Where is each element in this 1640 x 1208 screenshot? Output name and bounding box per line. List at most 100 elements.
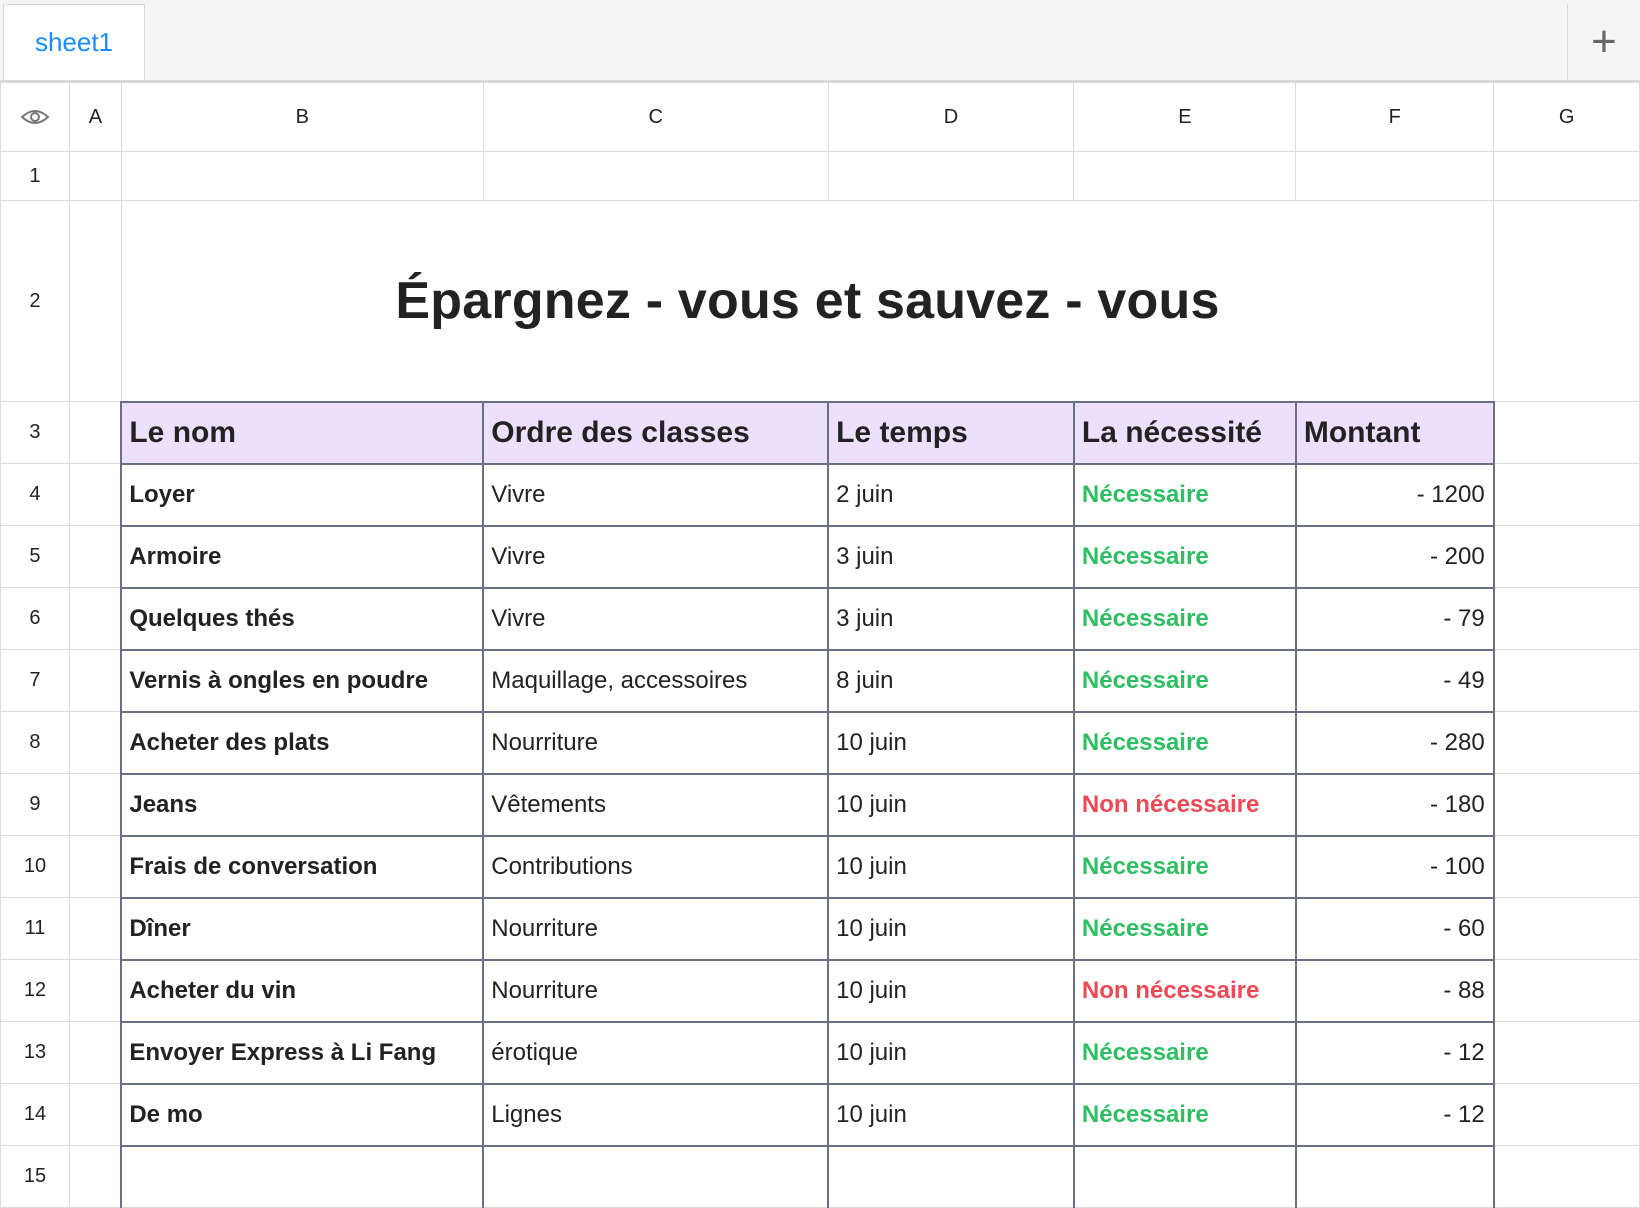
cell[interactable] [1493,1083,1640,1146]
add-sheet-button[interactable]: + [1567,4,1640,80]
row-header-3[interactable]: 3 [0,401,70,464]
cell-temps[interactable]: 10 juin [827,772,1075,837]
cell[interactable] [1493,151,1640,201]
cell-necessite[interactable]: Nécessaire [1072,586,1297,651]
cell-classe[interactable]: Nourriture [482,896,830,961]
header-cell-necessite[interactable]: La nécessité [1072,400,1297,465]
header-cell-nom[interactable]: Le nom [120,400,485,465]
cell[interactable] [1493,649,1640,712]
header-cell-temps[interactable]: Le temps [827,400,1075,465]
cell[interactable] [68,649,122,712]
toggle-visibility-button[interactable] [0,82,70,152]
row-header[interactable]: 6 [0,587,70,650]
cell[interactable] [1493,525,1640,588]
cell[interactable] [68,401,122,464]
cell-nom[interactable]: Jeans [120,772,485,837]
cell-montant[interactable]: - 12 [1294,1082,1495,1147]
cell[interactable] [1493,835,1640,898]
cell-classe[interactable]: Maquillage, accessoires [482,648,830,713]
row-header[interactable]: 13 [0,1021,70,1084]
cell-montant[interactable]: - 180 [1294,772,1495,837]
cell-nom[interactable]: Dîner [120,896,485,961]
cell[interactable] [827,151,1075,201]
cell-nom[interactable]: Acheter des plats [120,710,485,775]
column-header-d[interactable]: D [827,82,1075,152]
cell[interactable] [68,1145,122,1208]
cell-classe[interactable]: Vêtements [482,772,830,837]
cell[interactable] [68,897,122,960]
cell-necessite[interactable]: Nécessaire [1072,648,1297,713]
cell[interactable] [68,959,122,1022]
cell-temps[interactable]: 10 juin [827,958,1075,1023]
cell[interactable] [1493,897,1640,960]
cell-classe[interactable]: Vivre [482,462,830,527]
cell-classe[interactable]: Vivre [482,586,830,651]
row-header[interactable]: 9 [0,773,70,836]
cell[interactable] [68,151,122,201]
cell-necessite[interactable]: Nécessaire [1072,834,1297,899]
cell-montant[interactable]: - 79 [1294,586,1495,651]
cell-nom[interactable]: Vernis à ongles en poudre [120,648,485,713]
cell[interactable] [1493,711,1640,774]
cell[interactable] [68,525,122,588]
cell-necessite[interactable]: Nécessaire [1072,524,1297,589]
cell[interactable] [1493,587,1640,650]
cell-classe[interactable]: Vivre [482,524,830,589]
cell-temps[interactable]: 8 juin [827,648,1075,713]
cell[interactable] [68,463,122,526]
cell[interactable] [1493,959,1640,1022]
header-cell-montant[interactable]: Montant [1294,400,1495,465]
row-header[interactable]: 5 [0,525,70,588]
cell[interactable] [482,1144,830,1208]
column-header-f[interactable]: F [1295,82,1495,152]
cell[interactable] [120,151,484,201]
row-header-15[interactable]: 15 [0,1145,70,1208]
row-header[interactable]: 10 [0,835,70,898]
cell[interactable] [1493,773,1640,836]
cell-nom[interactable]: De mo [120,1082,485,1147]
cell[interactable] [1493,200,1640,402]
cell-necessite[interactable]: Non nécessaire [1072,958,1297,1023]
cell[interactable] [68,773,122,836]
cell-nom[interactable]: Loyer [120,462,485,527]
cell-classe[interactable]: Lignes [482,1082,830,1147]
cell[interactable] [1493,401,1640,464]
cell[interactable] [68,711,122,774]
cell-montant[interactable]: - 100 [1294,834,1495,899]
cell[interactable] [1294,1144,1495,1208]
cell-montant[interactable]: - 60 [1294,896,1495,961]
cell-classe[interactable]: Contributions [482,834,830,899]
cell-montant[interactable]: - 1200 [1294,462,1495,527]
row-header-1[interactable]: 1 [0,151,70,201]
cell-nom[interactable]: Acheter du vin [120,958,485,1023]
sheet-title-cell[interactable]: Épargnez - vous et sauvez - vous [120,200,1495,402]
cell[interactable] [1493,463,1640,526]
row-header[interactable]: 8 [0,711,70,774]
row-header-2[interactable]: 2 [0,200,70,402]
cell-necessite[interactable]: Nécessaire [1072,1020,1297,1085]
column-header-a[interactable]: A [68,82,122,152]
row-header[interactable]: 12 [0,959,70,1022]
cell-nom[interactable]: Armoire [120,524,485,589]
row-header[interactable]: 4 [0,463,70,526]
cell[interactable] [68,1083,122,1146]
cell-classe[interactable]: érotique [482,1020,830,1085]
cell-nom[interactable]: Frais de conversation [120,834,485,899]
column-header-b[interactable]: B [120,82,484,152]
cell-nom[interactable]: Quelques thés [120,586,485,651]
row-header[interactable]: 14 [0,1083,70,1146]
cell[interactable] [1073,151,1297,201]
cell[interactable] [68,587,122,650]
cell-temps[interactable]: 10 juin [827,834,1075,899]
column-header-c[interactable]: C [482,82,829,152]
column-header-e[interactable]: E [1073,82,1297,152]
cell[interactable] [1493,1145,1640,1208]
cell[interactable] [68,1021,122,1084]
cell-temps[interactable]: 2 juin [827,462,1075,527]
row-header[interactable]: 11 [0,897,70,960]
row-header[interactable]: 7 [0,649,70,712]
cell[interactable] [1295,151,1495,201]
cell-necessite[interactable]: Nécessaire [1072,710,1297,775]
cell[interactable] [68,835,122,898]
cell[interactable] [482,151,829,201]
